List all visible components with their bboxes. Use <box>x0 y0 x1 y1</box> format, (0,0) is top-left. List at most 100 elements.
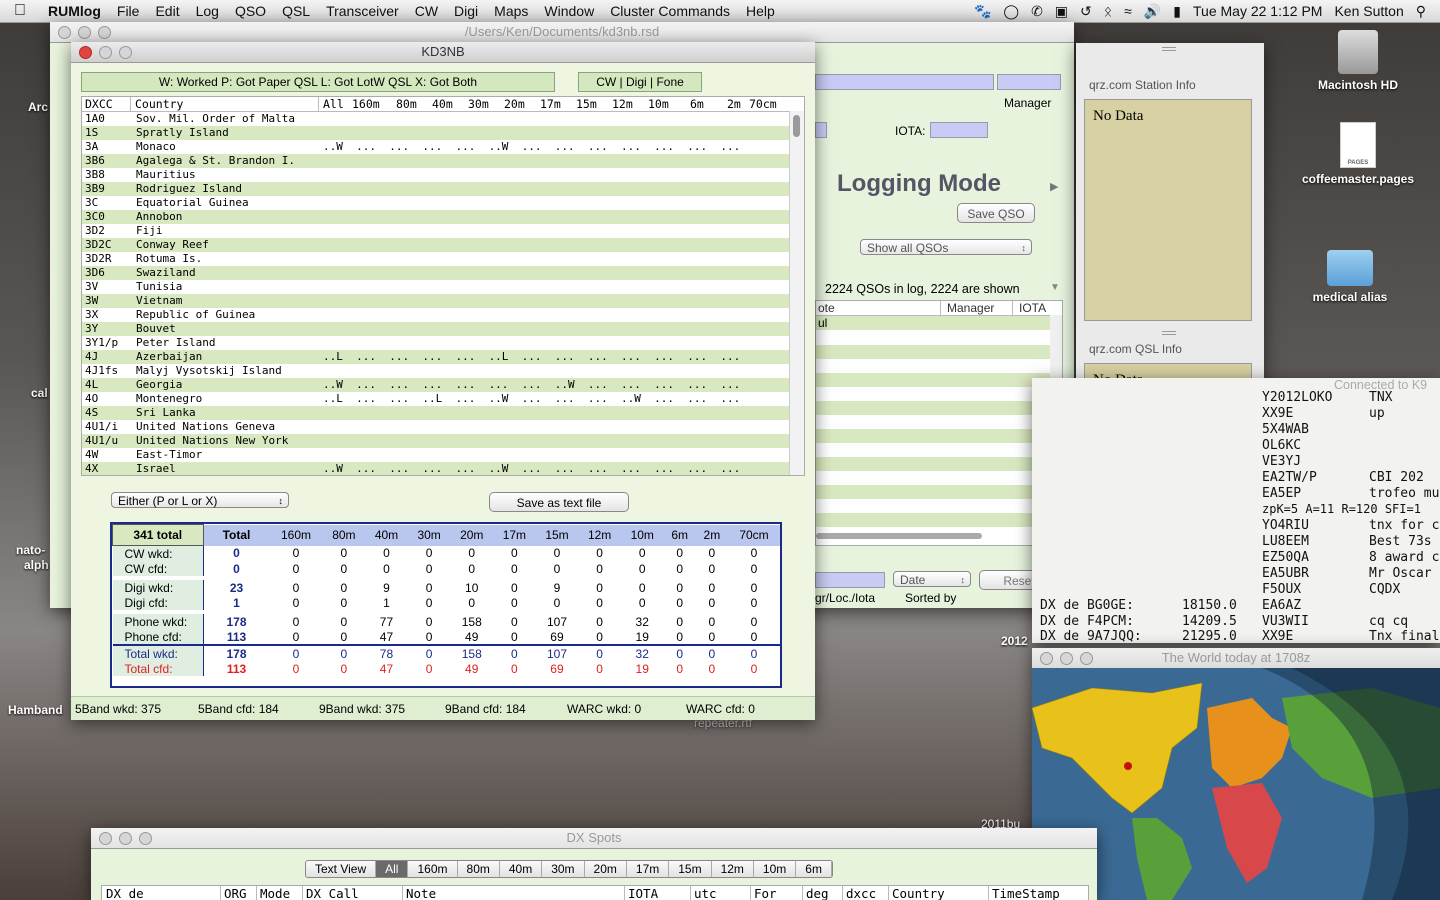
col-manager[interactable]: Manager <box>940 301 994 315</box>
paw-icon[interactable]: 🐾 <box>974 3 991 20</box>
dxcc-row[interactable]: 3X Republic of Guinea <box>82 308 804 322</box>
menu-digi[interactable]: Digi <box>446 3 486 19</box>
desktop-label-nato[interactable]: nato- <box>16 543 45 557</box>
apple-menu-icon[interactable]:  <box>0 2 40 20</box>
desktop-label-2012[interactable]: 2012 <box>1001 634 1028 648</box>
dx-spots-titlebar[interactable]: DX Spots <box>91 828 1097 849</box>
col-country[interactable]: Country <box>130 97 183 111</box>
bluetooth-icon[interactable]: ᛟ <box>1104 3 1112 19</box>
band-tab[interactable]: 6m <box>796 861 832 877</box>
col-30m[interactable]: 30m <box>468 97 489 111</box>
dxcc-row[interactable]: 3B8 Mauritius <box>82 168 804 182</box>
desktop-label-cal[interactable]: cal <box>31 386 48 400</box>
dxcc-row[interactable]: 1S Spratly Island <box>82 126 804 140</box>
dxcc-row[interactable]: 3B9 Rodriguez Island <box>82 182 804 196</box>
dx-col-header[interactable]: utc <box>690 886 717 900</box>
col-6m[interactable]: 6m <box>690 97 704 111</box>
desktop-label-hamband[interactable]: Hamband <box>8 703 63 717</box>
menu-qsl[interactable]: QSL <box>274 3 318 19</box>
dx-col-header[interactable]: For <box>750 886 777 900</box>
col-17m[interactable]: 17m <box>540 97 561 111</box>
dx-col-header[interactable]: Note <box>402 886 436 900</box>
col-15m[interactable]: 15m <box>576 97 597 111</box>
zoom-icon[interactable] <box>98 26 111 39</box>
dxcc-row[interactable]: 4U1/u United Nations New York <box>82 434 804 448</box>
dxcc-row[interactable]: 3D2R Rotuma Is. <box>82 252 804 266</box>
speech-bubble-icon[interactable]: ◯ <box>1003 3 1019 20</box>
dx-col-header[interactable]: Country <box>888 886 945 900</box>
menu-log[interactable]: Log <box>188 3 227 19</box>
desktop-label-alph[interactable]: alph <box>24 558 49 572</box>
dxcc-row[interactable]: 3B6 Agalega & St. Brandon I. <box>82 154 804 168</box>
menu-clock[interactable]: Tue May 22 1:12 PM <box>1193 3 1322 19</box>
dxcc-row[interactable]: 4W East-Timor <box>82 448 804 462</box>
band-tab[interactable]: Text View <box>306 861 377 877</box>
dxcc-row[interactable]: 1A0 Sov. Mil. Order of Malta <box>82 112 804 126</box>
dxcc-row[interactable]: 4J Azerbaijan ..L ... ... ... ... ..L ... … <box>82 350 804 364</box>
col-note[interactable]: ote <box>818 301 835 315</box>
col-20m[interactable]: 20m <box>504 97 525 111</box>
battery-icon[interactable]: ▮ <box>1173 3 1181 20</box>
dxcc-row[interactable]: 3D2C Conway Reef <box>82 238 804 252</box>
mode-selector[interactable]: CW | Digi | Fone <box>578 72 702 92</box>
menu-cw[interactable]: CW <box>407 3 446 19</box>
menu-maps[interactable]: Maps <box>486 3 536 19</box>
dropdown-triangle-icon[interactable]: ▼ <box>1050 282 1060 293</box>
desktop-medical-alias[interactable]: medical alias <box>1300 250 1400 304</box>
qsl-filter-popup[interactable]: Either (P or L or X) ↕ <box>111 492 289 508</box>
scroll-thumb[interactable] <box>793 115 800 137</box>
dxcc-row[interactable]: 4X Israel ..W ... ... ... ... ..W ... ... … <box>82 462 804 475</box>
zoom-icon[interactable] <box>1080 652 1093 665</box>
save-text-file-button[interactable]: Save as text file <box>489 492 629 512</box>
band-tab[interactable]: 15m <box>669 861 712 877</box>
dxcc-row[interactable]: 3Y Bouvet <box>82 322 804 336</box>
col-70cm[interactable]: 70cm <box>749 97 777 111</box>
dxcc-row[interactable]: 3D2 Fiji <box>82 224 804 238</box>
desktop-macintosh-hd[interactable]: Macintosh HD <box>1318 30 1398 92</box>
drag-handle-icon[interactable] <box>1162 331 1176 335</box>
close-icon[interactable] <box>99 832 112 845</box>
band-tab[interactable]: 80m <box>458 861 500 877</box>
dxcc-row[interactable]: 3C0 Annobon <box>82 210 804 224</box>
col-10m[interactable]: 10m <box>648 97 669 111</box>
dx-col-header[interactable]: deg <box>802 886 829 900</box>
band-tab[interactable]: 17m <box>627 861 670 877</box>
band-tab[interactable]: 12m <box>712 861 754 877</box>
sort-popup[interactable]: Date ↕ <box>893 571 971 587</box>
col-80m[interactable]: 80m <box>396 97 417 111</box>
monitor-icon[interactable]: ▣ <box>1055 3 1068 20</box>
disclosure-triangle-icon[interactable]: ▶ <box>1050 180 1058 193</box>
col-40m[interactable]: 40m <box>432 97 453 111</box>
minimize-icon[interactable] <box>78 26 91 39</box>
qso-row[interactable]: ul <box>816 316 1062 330</box>
dxcc-row[interactable]: 3D6 Swaziland <box>82 266 804 280</box>
logwin-field-4[interactable] <box>815 572 885 588</box>
menu-help[interactable]: Help <box>738 3 783 19</box>
col-160m[interactable]: 160m <box>352 97 380 111</box>
iota-input[interactable] <box>930 122 988 138</box>
dxcc-row[interactable]: 4J1fs Malyj Vysotskij Island <box>82 364 804 378</box>
save-qso-button[interactable]: Save QSO <box>957 203 1035 223</box>
dx-col-header[interactable]: TimeStamp <box>988 886 1060 900</box>
dx-col-header[interactable]: ORG <box>220 886 247 900</box>
qso-hscroll[interactable] <box>816 533 982 539</box>
show-all-qsos-popup[interactable]: Show all QSOs ↕ <box>860 239 1032 255</box>
minimize-icon[interactable] <box>1060 652 1073 665</box>
dxcc-row[interactable]: 4S Sri Lanka <box>82 406 804 420</box>
menu-app[interactable]: RUMlog <box>40 3 109 19</box>
drag-handle-icon[interactable] <box>1162 47 1176 51</box>
band-tab[interactable]: 10m <box>754 861 797 877</box>
dxcc-vscroll[interactable] <box>789 111 804 475</box>
dxcc-row[interactable]: 4O Montenegro ..L ... ... ..L ... ..W ... … <box>82 392 804 406</box>
col-2m[interactable]: 2m <box>727 97 741 111</box>
menu-file[interactable]: File <box>109 3 148 19</box>
band-tab[interactable]: 160m <box>408 861 458 877</box>
menu-user[interactable]: Ken Sutton <box>1334 3 1403 19</box>
world-map-titlebar[interactable]: The World today at 1708z <box>1032 648 1440 669</box>
menu-window[interactable]: Window <box>536 3 602 19</box>
band-tab[interactable]: All <box>376 861 409 877</box>
logwin-field-2[interactable] <box>997 74 1061 90</box>
close-icon[interactable] <box>79 46 92 59</box>
band-tab[interactable]: 30m <box>542 861 585 877</box>
minimize-icon[interactable] <box>119 832 132 845</box>
